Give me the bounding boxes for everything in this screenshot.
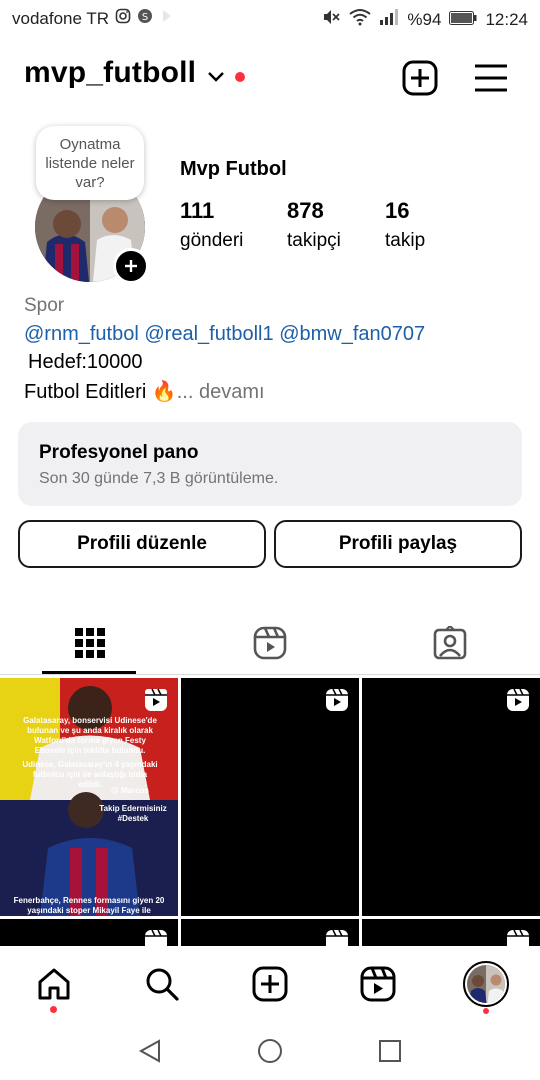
nav-reels[interactable] <box>324 946 432 1026</box>
reels-icon <box>360 966 396 1007</box>
post-tag: Takip Edermisiniz #Destek <box>99 804 167 823</box>
post-caption: Fenerbahçe, Rennes formasını giyen 20 ya… <box>13 896 165 915</box>
instagram-notification-icon <box>115 8 131 29</box>
bio-line-with-more: Futbol Editleri 🔥... devamı <box>24 379 265 404</box>
wifi-icon <box>349 8 372 31</box>
menu-icon[interactable] <box>474 62 508 99</box>
dashboard-title: Profesyonel pano <box>39 442 199 463</box>
username-title[interactable]: mvp_futboll <box>24 56 196 90</box>
post-caption: Galatasaray, bonservisi Udinese'de bulun… <box>23 716 157 755</box>
back-icon[interactable] <box>137 1038 163 1069</box>
mute-icon <box>321 8 341 31</box>
bio-mentions: @rnm_futbol @real_futboll1 @bmw_fan0707 <box>24 323 425 346</box>
nav-search[interactable] <box>108 946 216 1026</box>
tab-posts-grid[interactable] <box>0 616 180 674</box>
professional-dashboard-card[interactable]: Profesyonel pano Son 30 günde 7,3 B görü… <box>18 422 522 506</box>
signal-icon <box>379 9 399 30</box>
create-post-icon[interactable] <box>402 60 438 101</box>
display-name: Mvp Futbol <box>180 158 287 180</box>
grid-icon <box>75 627 105 663</box>
create-icon <box>252 966 288 1007</box>
profile-avatar-icon <box>463 960 509 1012</box>
posts-count[interactable]: 111 gönderi <box>180 198 243 252</box>
stat-value: 16 <box>385 198 410 223</box>
followers-count[interactable]: 878 takipçi <box>287 198 341 252</box>
following-count[interactable]: 16 takip <box>385 198 425 252</box>
tab-tagged[interactable] <box>360 616 540 674</box>
edit-profile-button[interactable]: Profili düzenle <box>18 520 266 568</box>
battery-percent: %94 <box>407 9 442 29</box>
recent-apps-icon[interactable] <box>378 1039 402 1068</box>
stat-label: takipçi <box>287 230 341 251</box>
stat-label: gönderi <box>180 230 244 251</box>
shazam-notification-icon: S <box>137 8 153 29</box>
post-handle: @ Marcos <box>110 786 150 795</box>
home-icon <box>36 966 72 1007</box>
bio-line: Futbol Editleri 🔥 <box>24 381 177 403</box>
grid-post-3[interactable] <box>362 678 540 916</box>
system-navigation-bar <box>0 1026 540 1080</box>
stat-value: 111 <box>180 198 215 223</box>
home-circle-icon[interactable] <box>257 1038 283 1069</box>
grid-post-1[interactable]: Galatasaray, bonservisi Udinese'de bulun… <box>0 678 178 916</box>
carrier-label: vodafone TR <box>12 8 110 28</box>
tagged-person-icon <box>433 623 467 665</box>
battery-icon <box>449 10 477 30</box>
notification-dot <box>235 72 245 82</box>
more-link[interactable]: ... devamı <box>177 381 265 403</box>
reel-icon <box>144 688 168 717</box>
svg-text:S: S <box>142 12 148 23</box>
reels-icon <box>253 626 287 665</box>
profile-category: Spor <box>24 295 65 316</box>
search-icon <box>144 966 180 1007</box>
tab-divider <box>0 674 540 675</box>
faded-notification-icon <box>159 8 175 29</box>
nav-profile[interactable] <box>432 946 540 1026</box>
clock: 12:24 <box>485 9 528 29</box>
mention-link[interactable]: @bmw_fan0707 <box>279 323 425 345</box>
tab-reels[interactable] <box>180 616 360 674</box>
mention-link[interactable]: @real_futboll1 <box>144 323 273 345</box>
reel-icon <box>325 688 349 717</box>
stat-value: 878 <box>287 198 324 223</box>
reel-icon <box>506 688 530 717</box>
dashboard-subtitle: Son 30 günde 7,3 B görüntüleme. <box>39 470 279 487</box>
status-bar: vodafone TR S %94 12:24 <box>0 0 540 36</box>
bio-line: Hedef:10000 <box>28 351 143 373</box>
profile-notification-dot <box>483 1008 489 1014</box>
home-notification-dot <box>50 1006 57 1013</box>
nav-create[interactable] <box>216 946 324 1026</box>
chevron-down-icon[interactable] <box>207 70 225 88</box>
grid-post-2[interactable] <box>181 678 359 916</box>
add-story-button[interactable] <box>113 248 149 284</box>
share-profile-button[interactable]: Profili paylaş <box>274 520 522 568</box>
nav-home[interactable] <box>0 946 108 1026</box>
bottom-navigation <box>0 946 540 1026</box>
stat-label: takip <box>385 230 426 251</box>
note-bubble[interactable]: Oynatma listende neler var? <box>36 126 144 200</box>
mention-link[interactable]: @rnm_futbol <box>24 323 139 345</box>
